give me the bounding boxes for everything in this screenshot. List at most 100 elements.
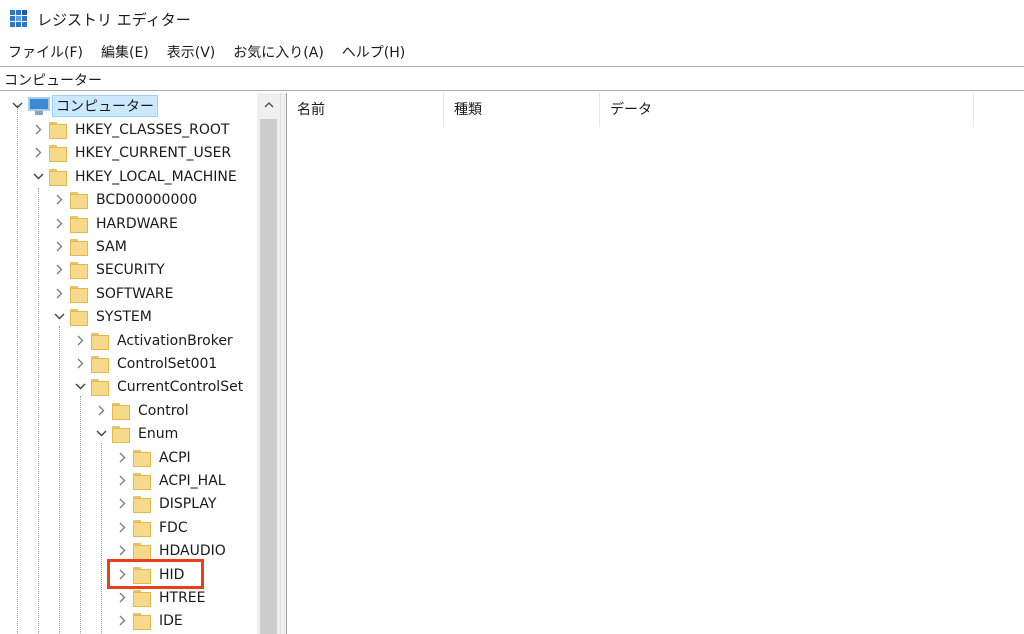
folder-icon: [133, 495, 151, 513]
registry-editor-icon: [10, 10, 28, 28]
menu-file[interactable]: ファイル(F): [0, 40, 92, 62]
chevron-down-icon[interactable]: [31, 170, 45, 184]
menu-bar: ファイル(F) 編集(E) 表示(V) お気に入り(A) ヘルプ(H): [0, 40, 1024, 64]
tree-node[interactable]: SYSTEM: [52, 305, 152, 328]
tree-node[interactable]: ACPI: [115, 446, 191, 469]
tree-node-label: Enum: [138, 425, 179, 442]
tree-node-label: HARDWARE: [96, 215, 178, 232]
tree-node-label: SECURITY: [96, 261, 165, 278]
tree-node-label: Control: [138, 402, 189, 419]
chevron-right-icon[interactable]: [52, 217, 66, 231]
tree-node-label: SYSTEM: [96, 308, 152, 325]
tree-node[interactable]: FDC: [115, 516, 188, 539]
tree-node-label: SOFTWARE: [96, 285, 174, 302]
chevron-right-icon[interactable]: [52, 263, 66, 277]
folder-icon: [112, 402, 130, 420]
highlight-annotation: [107, 559, 204, 589]
column-header-type[interactable]: 種類: [444, 93, 600, 127]
folder-icon: [49, 121, 67, 139]
folder-icon: [49, 144, 67, 162]
tree-node[interactable]: ACPI_HAL: [115, 469, 226, 492]
chevron-right-icon[interactable]: [52, 193, 66, 207]
tree-node-computer[interactable]: コンピューター: [10, 94, 158, 117]
chevron-right-icon[interactable]: [115, 451, 129, 465]
chevron-right-icon[interactable]: [115, 544, 129, 558]
tree-node[interactable]: HKEY_LOCAL_MACHINE: [31, 165, 237, 188]
tree-node[interactable]: ActivationBroker: [73, 329, 233, 352]
computer-icon: [28, 96, 50, 115]
tree-node-label: DISPLAY: [159, 495, 217, 512]
chevron-right-icon[interactable]: [115, 614, 129, 628]
tree-node[interactable]: DISPLAY: [115, 492, 216, 515]
folder-icon: [91, 355, 109, 373]
tree-node-label: コンピューター: [52, 94, 158, 117]
window-title: レジストリ エディター: [37, 11, 191, 29]
tree-node[interactable]: SOFTWARE: [52, 282, 174, 305]
column-header-name[interactable]: 名前: [287, 93, 444, 127]
menu-help[interactable]: ヘルプ(H): [333, 40, 414, 62]
chevron-right-icon[interactable]: [31, 146, 45, 160]
chevron-down-icon[interactable]: [73, 380, 87, 394]
tree-node[interactable]: HKEY_CLASSES_ROOT: [31, 118, 229, 141]
column-header-data[interactable]: データ: [600, 93, 974, 127]
tree-node-label: ACPI: [159, 449, 191, 466]
scroll-up-arrow-icon[interactable]: [257, 93, 280, 117]
chevron-right-icon[interactable]: [52, 287, 66, 301]
folder-icon: [70, 238, 88, 256]
folder-icon: [112, 425, 130, 443]
tree-node[interactable]: Control: [94, 399, 189, 422]
tree-node-label: HKEY_CLASSES_ROOT: [75, 121, 230, 138]
pane-splitter[interactable]: [280, 93, 287, 634]
chevron-right-icon[interactable]: [115, 474, 129, 488]
tree-node[interactable]: CurrentControlSet: [73, 375, 243, 398]
tree-node-label: ActivationBroker: [117, 332, 233, 349]
tree-node-label: IDE: [159, 612, 183, 629]
tree-node[interactable]: Enum: [94, 422, 178, 445]
tree-node[interactable]: ControlSet001: [73, 352, 217, 375]
tree-node-label: SAM: [96, 238, 127, 255]
tree-node-label: HDAUDIO: [159, 542, 226, 559]
chevron-down-icon[interactable]: [52, 310, 66, 324]
folder-icon: [133, 612, 151, 630]
values-list-pane: 名前 種類 データ: [287, 93, 1024, 634]
tree-node[interactable]: SECURITY: [52, 258, 165, 281]
chevron-right-icon[interactable]: [94, 404, 108, 418]
tree-scrollbar[interactable]: [257, 93, 280, 634]
chevron-down-icon[interactable]: [10, 99, 24, 113]
folder-icon: [133, 472, 151, 490]
tree-node-label: HKEY_LOCAL_MACHINE: [75, 168, 237, 185]
tree-node[interactable]: HKEY_CURRENT_USER: [31, 141, 231, 164]
folder-icon: [70, 308, 88, 326]
chevron-down-icon[interactable]: [94, 427, 108, 441]
tree-pane: コンピューター HKEY_CLASSES_ROOT HKEY_CURRENT_US…: [0, 93, 280, 634]
folder-icon: [133, 589, 151, 607]
tree-node[interactable]: IDE: [115, 609, 183, 632]
chevron-right-icon[interactable]: [73, 357, 87, 371]
title-bar: レジストリ エディター: [0, 0, 1024, 38]
scroll-thumb[interactable]: [260, 119, 277, 634]
folder-icon: [91, 378, 109, 396]
tree-node[interactable]: BCD00000000: [52, 188, 197, 211]
folder-icon: [49, 168, 67, 186]
menu-favorites[interactable]: お気に入り(A): [224, 40, 333, 62]
chevron-right-icon[interactable]: [115, 521, 129, 535]
chevron-right-icon[interactable]: [115, 497, 129, 511]
tree-node-label: ACPI_HAL: [159, 472, 226, 489]
chevron-right-icon[interactable]: [73, 334, 87, 348]
tree-node[interactable]: HARDWARE: [52, 212, 178, 235]
tree-node[interactable]: HTREE: [115, 586, 206, 609]
folder-icon: [133, 519, 151, 537]
address-bar[interactable]: コンピューター: [0, 66, 1024, 91]
chevron-right-icon[interactable]: [115, 591, 129, 605]
tree-node-label: FDC: [159, 519, 188, 536]
folder-icon: [91, 332, 109, 350]
chevron-right-icon[interactable]: [31, 123, 45, 137]
menu-edit[interactable]: 編集(E): [92, 40, 158, 62]
tree-node-label: ControlSet001: [117, 355, 218, 372]
tree-node-label: HTREE: [159, 589, 206, 606]
folder-icon: [70, 191, 88, 209]
menu-view[interactable]: 表示(V): [158, 40, 225, 62]
folder-icon: [133, 449, 151, 467]
tree-node[interactable]: SAM: [52, 235, 127, 258]
chevron-right-icon[interactable]: [52, 240, 66, 254]
